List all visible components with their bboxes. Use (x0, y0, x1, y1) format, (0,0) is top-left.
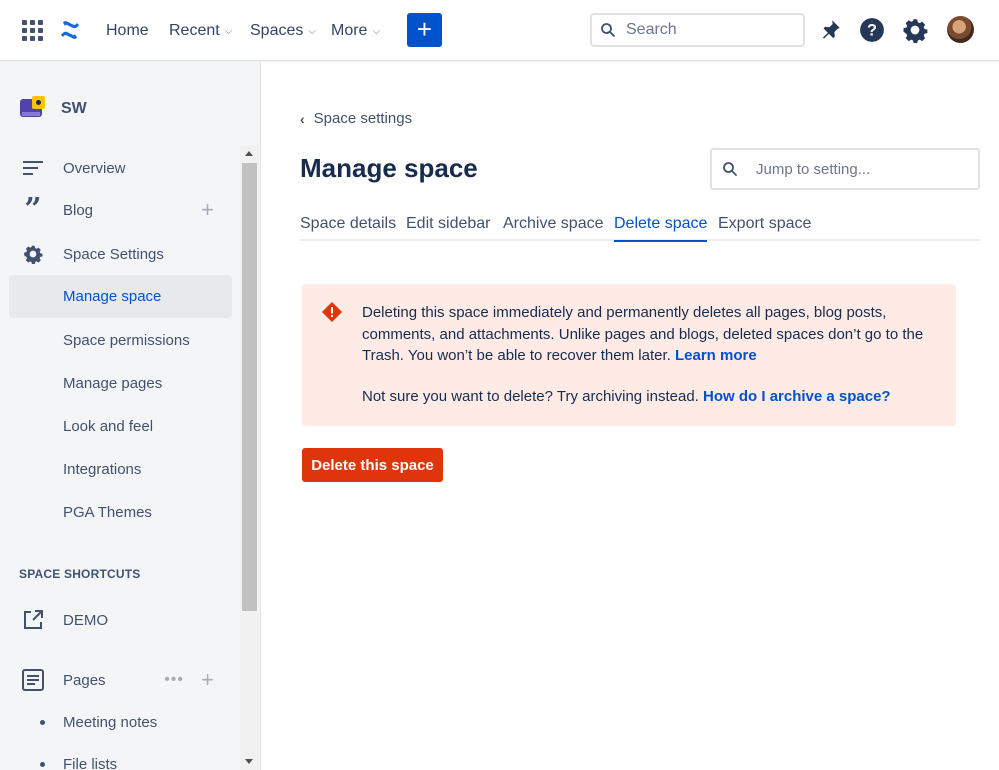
tab-export-space[interactable]: Export space (718, 215, 811, 241)
tab-bar: Space details Edit sidebar Archive space… (300, 212, 980, 242)
nav-more-label: More (331, 22, 368, 39)
sidebar-shortcut-demo[interactable]: DEMO (9, 599, 232, 641)
space-logo-icon (20, 96, 45, 117)
sidebar-item-label: Pages (63, 671, 106, 689)
search-icon (723, 162, 737, 176)
page-title: Manage space (300, 153, 478, 183)
sidebar-item-pages[interactable]: Pages ••• + (9, 659, 232, 701)
bullet-icon (40, 762, 45, 767)
scroll-up-arrow-icon[interactable] (245, 151, 253, 156)
warning-message: Deleting this space immediately and perm… (362, 302, 942, 367)
sidebar-item-label: Integrations (63, 460, 142, 478)
pages-icon (21, 668, 45, 692)
archive-help-link[interactable]: How do I archive a space? (703, 388, 891, 405)
page-tree-item[interactable]: Meeting notes (40, 714, 157, 731)
tab-space-details[interactable]: Space details (300, 215, 396, 241)
sidebar-item-label: Look and feel (63, 417, 154, 435)
app-switcher-icon[interactable] (22, 20, 44, 42)
sidebar-item-pga-themes[interactable]: PGA Themes (9, 491, 232, 533)
user-avatar[interactable] (947, 16, 974, 43)
sidebar-item-integrations[interactable]: Integrations (9, 448, 232, 490)
nav-recent[interactable]: Recent ⌵ (169, 20, 232, 42)
nav-more[interactable]: More ⌵ (331, 20, 380, 42)
page-tree-item-label: File lists (63, 756, 118, 770)
search-input[interactable]: Search (590, 13, 805, 47)
sidebar-item-label: Blog (63, 201, 94, 219)
sidebar-item-label: Space Settings (63, 245, 164, 263)
page-tree-item-label: Meeting notes (63, 714, 158, 731)
help-icon[interactable]: ? (859, 17, 885, 43)
sidebar-item-label: PGA Themes (63, 503, 152, 521)
nav-spaces[interactable]: Spaces ⌵ (250, 20, 316, 42)
sidebar: SW Overview ” Blog + Space Settings Mana… (0, 62, 261, 770)
space-header[interactable]: SW (19, 96, 87, 122)
learn-more-link[interactable]: Learn more (675, 347, 757, 364)
quote-icon: ” (24, 192, 42, 227)
sidebar-item-manage-pages[interactable]: Manage pages (9, 362, 232, 404)
svg-text:?: ? (867, 21, 877, 39)
external-link-icon (21, 608, 45, 632)
chevron-down-icon: ⌵ (308, 25, 316, 37)
sidebar-item-space-settings[interactable]: Space Settings (9, 233, 232, 275)
sidebar-item-space-permissions[interactable]: Space permissions (9, 319, 232, 361)
sidebar-item-label: Overview (63, 159, 126, 177)
sidebar-item-label: Manage space (63, 288, 162, 305)
tab-delete-space[interactable]: Delete space (614, 215, 708, 242)
tab-edit-sidebar[interactable]: Edit sidebar (406, 215, 491, 241)
chevron-left-icon: ‹ (300, 110, 305, 127)
add-page-icon[interactable]: + (201, 667, 214, 693)
scrollbar-thumb[interactable] (242, 163, 257, 611)
jump-placeholder: Jump to setting... (756, 160, 871, 178)
chevron-down-icon: ⌵ (372, 25, 381, 37)
chevron-down-icon: ⌵ (224, 25, 233, 37)
sidebar-item-label: DEMO (63, 611, 108, 629)
archive-hint-text: Not sure you want to delete? Try archivi… (362, 388, 699, 405)
nav-recent-label: Recent (169, 22, 220, 39)
settings-gear-icon[interactable] (902, 17, 928, 43)
page-tree-item[interactable]: File lists (40, 756, 117, 770)
space-name: SW (61, 100, 87, 117)
sidebar-scrollbar[interactable] (240, 145, 259, 770)
back-link-label: Space settings (313, 110, 413, 127)
error-icon (322, 302, 342, 322)
bullet-icon (40, 720, 45, 725)
add-blog-icon[interactable]: + (201, 197, 214, 223)
warning-text: Deleting this space immediately and perm… (362, 304, 924, 364)
nav-home-label: Home (106, 22, 149, 39)
sidebar-item-manage-space[interactable]: Manage space (9, 275, 232, 318)
nav-spaces-label: Spaces (250, 22, 304, 39)
space-shortcuts-heading: SPACE SHORTCUTS (19, 567, 141, 581)
confluence-logo-icon[interactable] (58, 18, 82, 42)
sidebar-item-label: Space permissions (63, 331, 190, 349)
sidebar-item-blog[interactable]: ” Blog + (9, 189, 232, 231)
search-placeholder: Search (626, 21, 677, 38)
nav-home[interactable]: Home (106, 20, 149, 42)
warning-archive-hint: Not sure you want to delete? Try archivi… (362, 388, 891, 405)
search-icon (601, 23, 615, 37)
jump-to-setting-input[interactable]: Jump to setting... (710, 148, 980, 190)
tab-archive-space[interactable]: Archive space (503, 215, 604, 241)
notifications-icon[interactable] (817, 17, 843, 43)
scroll-down-arrow-icon[interactable] (245, 759, 253, 764)
top-navigation: Home Recent ⌵ Spaces ⌵ More ⌵ + Search ? (0, 0, 999, 61)
sidebar-item-label: Manage pages (63, 374, 163, 392)
sidebar-item-overview[interactable]: Overview (9, 147, 232, 189)
sidebar-item-look-and-feel[interactable]: Look and feel (9, 405, 232, 447)
delete-space-button[interactable]: Delete this space (302, 448, 443, 482)
create-button[interactable]: + (407, 13, 442, 47)
more-actions-icon[interactable]: ••• (164, 671, 184, 689)
back-to-space-settings-link[interactable]: ‹ Space settings (300, 110, 412, 127)
overview-icon (21, 156, 45, 180)
delete-warning-panel: Deleting this space immediately and perm… (302, 284, 956, 426)
gear-icon (21, 242, 45, 266)
